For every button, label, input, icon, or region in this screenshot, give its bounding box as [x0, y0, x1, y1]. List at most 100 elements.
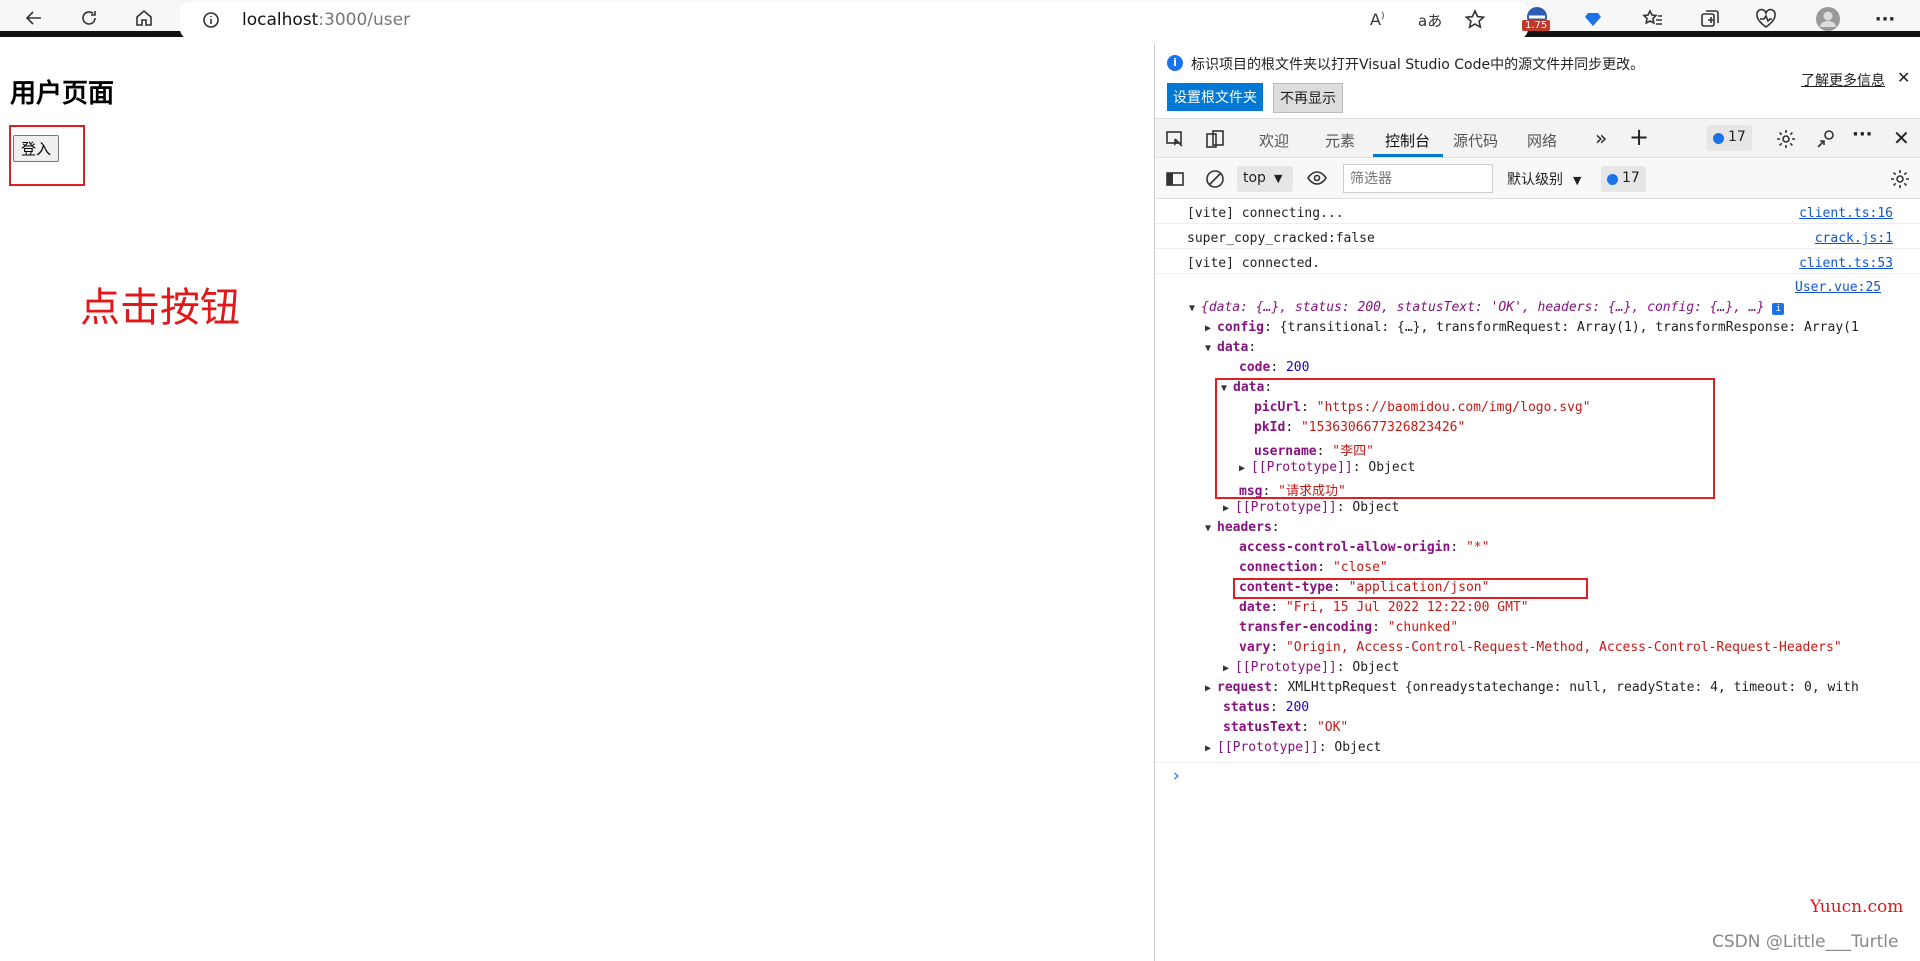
message-text: [vite] connected. — [1187, 256, 1321, 271]
tree-row-prototype[interactable]: ▶ [[Prototype]]: Object — [1223, 660, 1399, 675]
close-icon[interactable]: ✕ — [1897, 68, 1910, 87]
diamond-icon[interactable] — [1580, 6, 1606, 32]
feedback-icon[interactable] — [1815, 128, 1837, 154]
login-button[interactable]: 登入 — [13, 135, 60, 162]
devtools-tabbar: 欢迎 元素 控制台 源代码 网络 » + 17 ··· ✕ — [1155, 118, 1920, 158]
more-menu-icon[interactable]: ··· — [1872, 6, 1898, 32]
prop-value: "https://baomidou.com/img/logo.svg" — [1316, 400, 1591, 415]
prop-value: "Origin, Access-Control-Request-Method, … — [1285, 640, 1842, 655]
source-link[interactable]: User.vue:25 — [1795, 280, 1881, 295]
prop-value: "请求成功" — [1278, 484, 1346, 499]
tree-row-picurl: picUrl: "https://baomidou.com/img/logo.s… — [1254, 400, 1591, 415]
health-icon[interactable] — [1753, 6, 1779, 32]
info-icon[interactable] — [202, 11, 220, 33]
prop-key: data — [1217, 340, 1249, 355]
prop-key: code — [1239, 360, 1271, 375]
refresh-icon[interactable] — [75, 4, 103, 32]
expand-triangle-icon[interactable]: ▶ — [1205, 683, 1217, 694]
expand-triangle-icon[interactable]: ▶ — [1223, 663, 1235, 674]
collapse-triangle-icon[interactable]: ▼ — [1221, 383, 1233, 394]
prop-key: username — [1254, 444, 1317, 459]
tab-network[interactable]: 网络 — [1527, 130, 1557, 151]
settings-gear-icon[interactable] — [1775, 128, 1797, 154]
back-icon[interactable] — [20, 4, 48, 32]
console-settings-gear-icon[interactable] — [1889, 168, 1911, 194]
address-bar[interactable]: localhost:3000/user A) aあ — [180, 2, 1528, 39]
read-aloud-icon[interactable]: A) — [1370, 10, 1384, 29]
prop-key: status — [1223, 700, 1270, 715]
tree-row-prototype[interactable]: ▶ [[Prototype]]: Object — [1223, 500, 1399, 515]
close-devtools-icon[interactable]: ✕ — [1893, 126, 1910, 150]
watermark-credit: CSDN @Little___Turtle — [1712, 932, 1899, 952]
add-tab-icon[interactable]: + — [1629, 123, 1649, 151]
tree-row-config[interactable]: ▶ config: {transitional: {…}, transformRe… — [1205, 320, 1859, 335]
page-title: 用户页面 — [10, 79, 115, 109]
expand-triangle-icon[interactable]: ▶ — [1223, 503, 1235, 514]
tree-row-prototype[interactable]: ▶ [[Prototype]]: Object — [1239, 460, 1415, 475]
object-summary-text: {data: {…}, status: 200, statusText: 'OK… — [1201, 300, 1765, 315]
tree-row-msg: msg: "请求成功" — [1239, 484, 1346, 499]
tab-console[interactable]: 控制台 — [1385, 130, 1430, 151]
prop-value: "李四" — [1332, 444, 1374, 459]
tab-welcome[interactable]: 欢迎 — [1259, 130, 1289, 151]
clear-console-icon[interactable] — [1205, 169, 1225, 193]
source-link[interactable]: client.ts:53 — [1799, 256, 1893, 271]
set-root-folder-button[interactable]: 设置根文件夹 — [1167, 83, 1263, 111]
prop-key: data — [1233, 380, 1265, 395]
learn-more-link[interactable]: 了解更多信息 — [1801, 70, 1885, 90]
info-icon: i — [1167, 55, 1183, 71]
collapse-triangle-icon[interactable]: ▼ — [1205, 343, 1217, 354]
tab-elements[interactable]: 元素 — [1325, 130, 1355, 151]
prop-value: {transitional: {…}, transformRequest: Ar… — [1279, 320, 1859, 335]
divider — [1155, 762, 1920, 763]
console-toolbar: top ▼ 默认级别 ▼ 17 — [1155, 159, 1920, 199]
prop-value: Object — [1368, 460, 1416, 475]
source-link[interactable]: client.ts:16 — [1799, 206, 1893, 221]
favorites-icon[interactable] — [1640, 6, 1666, 32]
tab-sources[interactable]: 源代码 — [1453, 130, 1498, 151]
add-favorite-icon[interactable] — [1464, 9, 1486, 35]
chevron-down-icon: ▼ — [1573, 174, 1582, 187]
messages-counter[interactable]: 17 — [1601, 166, 1646, 192]
collections-icon[interactable] — [1697, 6, 1723, 32]
response-object-summary[interactable]: ▼ {data: {…}, status: 200, statusText: 'O… — [1189, 300, 1785, 315]
extension-badge: 1.75 — [1522, 20, 1551, 31]
devtools-panel: i 标识项目的根文件夹以打开Visual Studio Code中的源文件并同步… — [1154, 43, 1920, 961]
tree-row-request[interactable]: ▶ request: XMLHttpRequest {onreadystatech… — [1205, 680, 1859, 695]
inspect-icon[interactable] — [1165, 129, 1185, 153]
prop-value: Object — [1352, 660, 1400, 675]
tree-row-inner-data[interactable]: ▼ data: — [1221, 380, 1272, 395]
tree-row-headers[interactable]: ▼ headers: — [1205, 520, 1280, 535]
tree-row-data[interactable]: ▼ data: — [1205, 340, 1256, 355]
expand-triangle-icon[interactable]: ▶ — [1205, 743, 1217, 754]
log-level-dropdown[interactable]: 默认级别 ▼ — [1507, 169, 1581, 189]
console-message: [vite] connecting... client.ts:16 — [1155, 203, 1920, 224]
profile-avatar[interactable] — [1815, 6, 1841, 32]
prop-key: pkId — [1254, 420, 1286, 435]
page-viewport: 用户页面 登入 点击按钮 — [0, 43, 1154, 961]
tree-row-prototype[interactable]: ▶ [[Prototype]]: Object — [1205, 740, 1381, 755]
issues-counter[interactable]: 17 — [1707, 125, 1752, 151]
home-icon[interactable] — [130, 4, 158, 32]
expand-triangle-icon[interactable]: ▶ — [1205, 323, 1217, 334]
prop-value: "Fri, 15 Jul 2022 12:22:00 GMT" — [1285, 600, 1529, 615]
dont-show-again-button[interactable]: 不再显示 — [1273, 83, 1343, 113]
device-emulation-icon[interactable] — [1205, 129, 1225, 153]
url-text[interactable]: localhost:3000/user — [242, 10, 410, 30]
prop-key: content-type — [1239, 580, 1333, 595]
sidebar-toggle-icon[interactable] — [1165, 169, 1185, 193]
filter-input[interactable] — [1343, 164, 1493, 193]
more-tabs-icon[interactable]: » — [1595, 126, 1607, 150]
console-prompt[interactable]: › — [1171, 766, 1181, 786]
prop-key: date — [1239, 600, 1271, 615]
prop-value: "chunked" — [1387, 620, 1459, 635]
expand-triangle-icon[interactable]: ▶ — [1239, 463, 1251, 474]
source-link[interactable]: crack.js:1 — [1815, 231, 1893, 246]
live-expression-eye-icon[interactable] — [1307, 170, 1327, 190]
devtools-infobar: i 标识项目的根文件夹以打开Visual Studio Code中的源文件并同步… — [1155, 43, 1920, 118]
devtools-menu-icon[interactable]: ··· — [1852, 124, 1873, 145]
translate-icon[interactable]: aあ — [1418, 10, 1442, 31]
collapse-triangle-icon[interactable]: ▼ — [1205, 523, 1217, 534]
expand-triangle-icon[interactable]: ▼ — [1189, 303, 1201, 314]
context-selector[interactable]: top ▼ — [1237, 166, 1293, 192]
